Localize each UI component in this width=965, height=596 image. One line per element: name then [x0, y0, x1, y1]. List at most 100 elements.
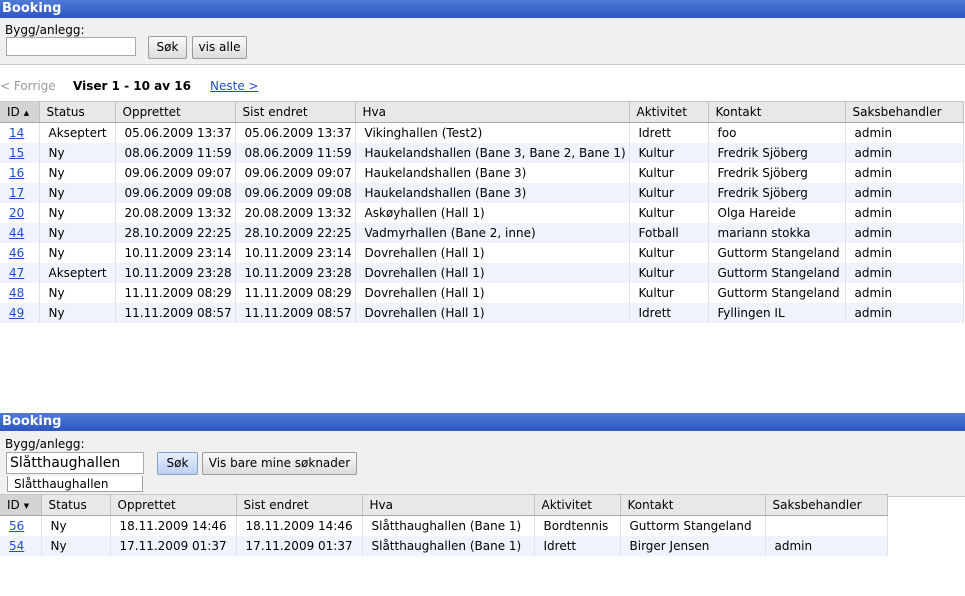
column-header-kontakt[interactable]: Kontakt [708, 101, 846, 123]
booking-id-link[interactable]: 47 [9, 266, 24, 280]
cell-status: Ny [39, 243, 116, 263]
cell-saksbehandler: admin [845, 243, 964, 263]
table-row[interactable]: 44 Ny 28.10.2009 22:25 28.10.2009 22:25 Vadm… [0, 223, 964, 243]
column-header-label: Saksbehandler [852, 105, 942, 119]
column-header-kontakt[interactable]: Kontakt [620, 494, 766, 516]
booking-id-link[interactable]: 20 [9, 206, 24, 220]
cell-id: 46 [0, 243, 40, 263]
cell-saksbehandler: admin [845, 223, 964, 243]
table-row[interactable]: 14 Akseptert 05.06.2009 13:37 05.06.2009 13… [0, 122, 964, 143]
table-header: ID ▲ Status Opprettet Sist endret Hva Aktivite… [0, 101, 964, 123]
cell-sist-endret: 11.11.2009 08:29 [235, 283, 356, 303]
table-row[interactable]: 54 Ny 17.11.2009 01:37 17.11.2009 01:37 Slåt… [0, 536, 888, 556]
cell-hva: Vikinghallen (Test2) [355, 122, 630, 143]
cell-sist-endret: 05.06.2009 13:37 [235, 122, 356, 143]
table-row[interactable]: 17 Ny 09.06.2009 09:08 09.06.2009 09:08 Hauk… [0, 183, 964, 203]
cell-id: 56 [0, 515, 42, 536]
booking-id-link[interactable]: 49 [9, 306, 24, 320]
cell-opprettet: 11.11.2009 08:57 [115, 303, 236, 323]
column-header-label: Hva [369, 498, 393, 512]
cell-kontakt: Guttorm Stangeland [708, 263, 846, 283]
column-header-opprettet[interactable]: Opprettet [110, 494, 237, 516]
cell-id: 49 [0, 303, 40, 323]
table-row[interactable]: 47 Akseptert 10.11.2009 23:28 10.11.2009 23… [0, 263, 964, 283]
booking-id-link[interactable]: 16 [9, 166, 24, 180]
search-button[interactable]: Søk [157, 452, 198, 475]
search-button[interactable]: Søk [148, 36, 187, 59]
cell-saksbehandler [765, 515, 888, 536]
cell-hva: Dovrehallen (Hall 1) [355, 303, 630, 323]
cell-sist-endret: 08.06.2009 11:59 [235, 143, 356, 163]
panel-title: Booking [0, 413, 965, 431]
prev-page-link[interactable]: < Forrige [0, 79, 56, 93]
cell-aktivitet: Kultur [629, 143, 709, 163]
column-header-id[interactable]: ID ▲ [0, 101, 40, 123]
cell-sist-endret: 17.11.2009 01:37 [236, 536, 363, 556]
column-header-sist-endret[interactable]: Sist endret [235, 101, 356, 123]
search-input[interactable] [6, 37, 136, 56]
column-header-label: Saksbehandler [772, 498, 862, 512]
column-header-label: Aktivitet [636, 105, 687, 119]
column-header-aktivitet[interactable]: Aktivitet [629, 101, 709, 123]
cell-id: 47 [0, 263, 40, 283]
cell-id: 48 [0, 283, 40, 303]
booking-id-link[interactable]: 14 [9, 126, 24, 140]
cell-hva: Haukelandshallen (Bane 3) [355, 183, 630, 203]
column-header-label: Opprettet [117, 498, 176, 512]
cell-sist-endret: 09.06.2009 09:07 [235, 163, 356, 183]
table-row[interactable]: 49 Ny 11.11.2009 08:57 11.11.2009 08:57 Dovr… [0, 303, 964, 323]
cell-saksbehandler: admin [845, 283, 964, 303]
sort-asc-icon: ▲ [23, 108, 30, 117]
column-header-label: Sist endret [242, 105, 308, 119]
cell-status: Ny [39, 203, 116, 223]
booking-id-link[interactable]: 44 [9, 226, 24, 240]
table-row[interactable]: 56 Ny 18.11.2009 14:46 18.11.2009 14:46 Slåt… [0, 515, 888, 536]
column-header-opprettet[interactable]: Opprettet [115, 101, 236, 123]
table-row[interactable]: 20 Ny 20.08.2009 13:32 20.08.2009 13:32 Askø… [0, 203, 964, 223]
cell-aktivitet: Kultur [629, 163, 709, 183]
cell-kontakt: Guttorm Stangeland [708, 243, 846, 263]
column-header-saksbehandler[interactable]: Saksbehandler [845, 101, 964, 123]
cell-hva: Vadmyrhallen (Bane 2, inne) [355, 223, 630, 243]
cell-aktivitet: Kultur [629, 203, 709, 223]
sort-desc-icon: ▼ [23, 501, 30, 510]
column-header-aktivitet[interactable]: Aktivitet [534, 494, 621, 516]
cell-id: 14 [0, 122, 40, 143]
booking-id-link[interactable]: 46 [9, 246, 24, 260]
cell-kontakt: Guttorm Stangeland [620, 515, 766, 536]
table-row[interactable]: 16 Ny 09.06.2009 09:07 09.06.2009 09:07 Hauk… [0, 163, 964, 183]
column-header-sist-endret[interactable]: Sist endret [236, 494, 363, 516]
booking-id-link[interactable]: 15 [9, 146, 24, 160]
column-header-hva[interactable]: Hva [355, 101, 630, 123]
cell-opprettet: 28.10.2009 22:25 [115, 223, 236, 243]
search-label: Bygg/anlegg: [5, 23, 85, 37]
column-header-label: Opprettet [122, 105, 181, 119]
search-input[interactable] [6, 452, 144, 474]
cell-saksbehandler: admin [845, 163, 964, 183]
table-row[interactable]: 15 Ny 08.06.2009 11:59 08.06.2009 11:59 Hauk… [0, 143, 964, 163]
table-row[interactable]: 46 Ny 10.11.2009 23:14 10.11.2009 23:14 Dovr… [0, 243, 964, 263]
column-header-hva[interactable]: Hva [362, 494, 535, 516]
table-header: ID ▼ Status Opprettet Sist endret Hva Aktivite… [0, 494, 888, 516]
cell-kontakt: Olga Hareide [708, 203, 846, 223]
cell-id: 16 [0, 163, 40, 183]
column-header-status[interactable]: Status [39, 101, 116, 123]
page-info: Viser 1 - 10 av 16 [73, 79, 191, 93]
show-mine-only-button[interactable]: Vis bare mine søknader [202, 452, 357, 475]
bookings-table: ID ▲ Status Opprettet Sist endret Hva Aktivite… [0, 101, 964, 323]
booking-id-link[interactable]: 56 [9, 519, 24, 533]
cell-aktivitet: Kultur [629, 283, 709, 303]
cell-hva: Dovrehallen (Hall 1) [355, 263, 630, 283]
column-header-id[interactable]: ID ▼ [0, 494, 42, 516]
show-all-button[interactable]: vis alle [192, 36, 247, 59]
column-header-status[interactable]: Status [41, 494, 111, 516]
autocomplete-suggestion[interactable]: Slåtthaughallen [7, 476, 143, 492]
column-header-saksbehandler[interactable]: Saksbehandler [765, 494, 888, 516]
booking-id-link[interactable]: 54 [9, 539, 24, 553]
booking-id-link[interactable]: 48 [9, 286, 24, 300]
cell-opprettet: 08.06.2009 11:59 [115, 143, 236, 163]
table-row[interactable]: 48 Ny 11.11.2009 08:29 11.11.2009 08:29 Dovr… [0, 283, 964, 303]
next-page-link[interactable]: Neste > [210, 79, 259, 93]
cell-kontakt: mariann stokka [708, 223, 846, 243]
booking-id-link[interactable]: 17 [9, 186, 24, 200]
